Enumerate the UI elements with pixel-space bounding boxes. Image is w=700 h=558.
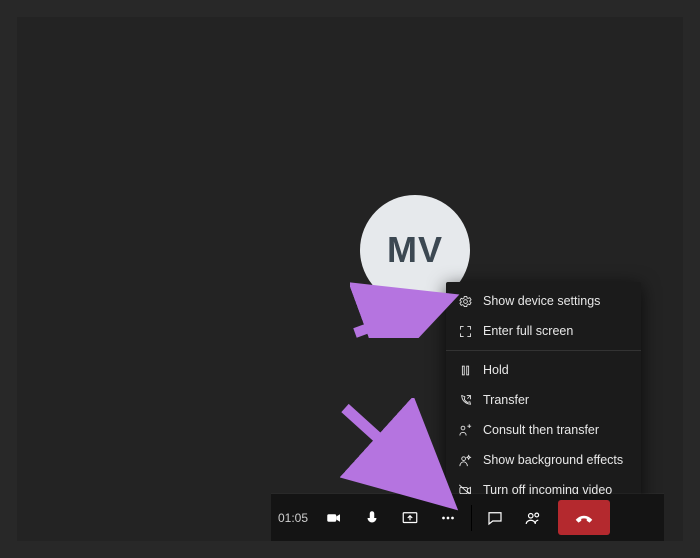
- phone-hangup-icon: [573, 507, 595, 529]
- more-actions-button[interactable]: [429, 494, 467, 541]
- meeting-toolbar: 01:05: [271, 494, 664, 541]
- hangup-button[interactable]: [558, 500, 610, 535]
- avatar-initials: MV: [387, 229, 443, 271]
- camera-button[interactable]: [315, 494, 353, 541]
- mic-icon: [363, 509, 381, 527]
- menu-item-label: Show device settings: [483, 294, 600, 308]
- menu-item-full-screen[interactable]: Enter full screen: [446, 316, 641, 346]
- menu-item-transfer[interactable]: Transfer: [446, 385, 641, 415]
- share-button[interactable]: [391, 494, 429, 541]
- menu-item-label: Show background effects: [483, 453, 623, 467]
- gear-icon: [458, 294, 473, 309]
- transfer-icon: [458, 393, 473, 408]
- sparkle-icon: [458, 453, 473, 468]
- fullscreen-icon: [458, 324, 473, 339]
- call-duration: 01:05: [271, 511, 315, 525]
- camera-icon: [325, 509, 343, 527]
- ellipsis-icon: [439, 509, 457, 527]
- menu-item-label: Hold: [483, 363, 509, 377]
- menu-item-label: Enter full screen: [483, 324, 573, 338]
- toolbar-separator: [471, 505, 472, 531]
- people-button[interactable]: [514, 494, 552, 541]
- menu-separator: [446, 350, 641, 351]
- menu-item-label: Consult then transfer: [483, 423, 599, 437]
- chat-button[interactable]: [476, 494, 514, 541]
- menu-item-consult-transfer[interactable]: Consult then transfer: [446, 415, 641, 445]
- menu-item-background-effects[interactable]: Show background effects: [446, 445, 641, 475]
- consult-transfer-icon: [458, 423, 473, 438]
- menu-item-device-settings[interactable]: Show device settings: [446, 286, 641, 316]
- share-screen-icon: [401, 509, 419, 527]
- menu-item-label: Transfer: [483, 393, 529, 407]
- mic-button[interactable]: [353, 494, 391, 541]
- pause-icon: [458, 363, 473, 378]
- menu-item-hold[interactable]: Hold: [446, 355, 641, 385]
- more-actions-menu: Show device settings Enter full screen H…: [446, 282, 641, 509]
- chat-icon: [486, 509, 504, 527]
- people-icon: [524, 509, 542, 527]
